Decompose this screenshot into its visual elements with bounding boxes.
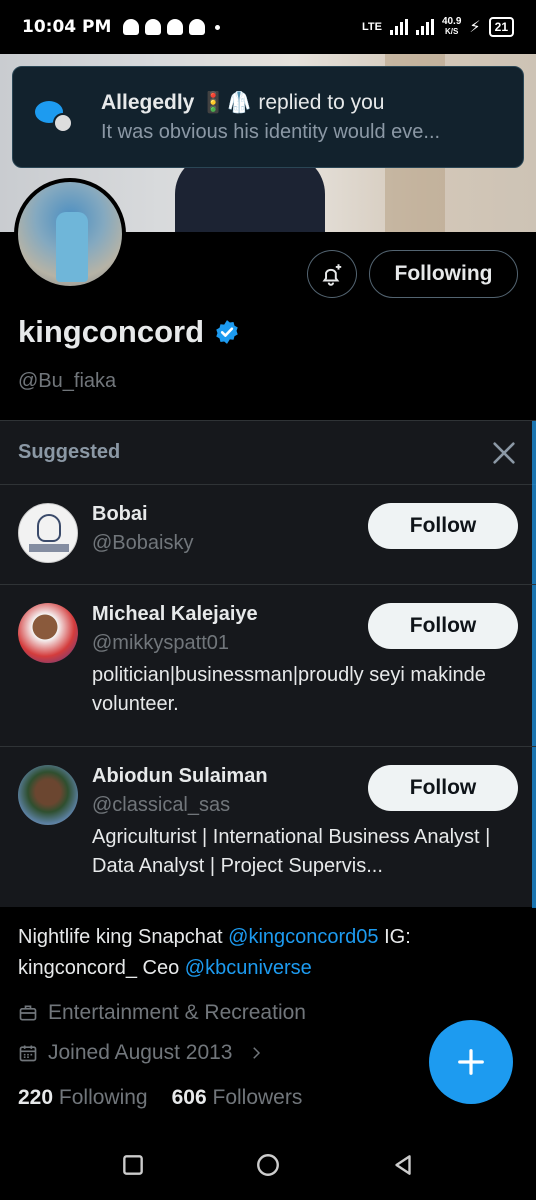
profile-bio: Nightlife king Snapchat @kingconcord05 I… bbox=[18, 922, 518, 984]
avatar-sketch bbox=[37, 514, 61, 542]
suggested-panel: Suggested Bobai @Bobaisky Follow Micheal… bbox=[0, 420, 536, 908]
suggested-user-avatar[interactable] bbox=[18, 603, 78, 663]
profile-display-name: kingconcord bbox=[18, 314, 240, 350]
calendar-icon bbox=[19, 1045, 37, 1062]
suggested-user-bio: Agriculturist | International Business A… bbox=[92, 826, 491, 877]
suggested-user-item[interactable]: Micheal Kalejaiye @mikkyspatt01 politici… bbox=[0, 585, 536, 747]
reply-icon bbox=[33, 95, 77, 139]
plus-icon bbox=[458, 1049, 484, 1075]
suggested-user-bio: politician|businessman|proudly seyi maki… bbox=[92, 664, 486, 715]
suggested-user-item[interactable]: Bobai @Bobaisky Follow bbox=[0, 485, 536, 585]
suggested-user-avatar[interactable] bbox=[18, 765, 78, 825]
bell-plus-icon bbox=[322, 264, 342, 286]
status-time: 10:04 PM bbox=[22, 17, 112, 37]
network-speed: 40.9 K/S bbox=[441, 16, 462, 37]
profile-avatar[interactable] bbox=[14, 178, 126, 290]
avatar-figure bbox=[56, 212, 88, 282]
verified-badge-icon bbox=[216, 320, 238, 344]
snapchat-icon bbox=[167, 19, 184, 35]
suggested-title: Suggested bbox=[18, 441, 121, 463]
notification-avatar bbox=[53, 113, 73, 133]
followers-count-label: Followers bbox=[212, 1086, 303, 1109]
bio-link[interactable]: @kbcuniverse bbox=[185, 957, 312, 979]
status-indicators: LTE 40.9 K/S ⚡ 21 bbox=[362, 17, 514, 37]
suggested-user-item[interactable]: Abiodun Sulaiman @classical_sas Agricult… bbox=[0, 747, 536, 907]
back-icon[interactable] bbox=[390, 1152, 416, 1178]
network-type: LTE bbox=[361, 21, 382, 33]
bio-link[interactable]: @kingconcord05 bbox=[228, 926, 378, 948]
suggested-user-avatar[interactable] bbox=[18, 503, 78, 563]
close-icon[interactable] bbox=[490, 439, 518, 467]
snapchat-icon bbox=[123, 19, 140, 35]
following-count[interactable]: 220 Following bbox=[18, 1086, 148, 1110]
following-count-number: 220 bbox=[18, 1086, 54, 1109]
category-text: Entertainment & Recreation bbox=[48, 1001, 306, 1024]
follow-button[interactable]: Follow bbox=[368, 503, 518, 549]
toast-user: Allegedly bbox=[101, 90, 195, 114]
notification-icons bbox=[123, 19, 221, 35]
toast-text: Allegedly 🚦🥼 replied to you It was obvio… bbox=[101, 91, 501, 144]
status-bar: 10:04 PM LTE 40.9 K/S ⚡ 21 bbox=[0, 0, 536, 54]
system-navigation-bar bbox=[0, 1130, 536, 1200]
battery-indicator: 21 bbox=[488, 17, 514, 37]
charging-icon: ⚡ bbox=[469, 19, 481, 36]
toast-title: Allegedly 🚦🥼 replied to you bbox=[101, 91, 501, 115]
followers-count-number: 606 bbox=[171, 1086, 207, 1109]
more-notifications-dot bbox=[215, 24, 221, 30]
following-count-label: Following bbox=[58, 1086, 148, 1109]
joined-text: Joined August 2013 bbox=[48, 1041, 233, 1064]
snapchat-icon bbox=[189, 19, 206, 35]
follow-button[interactable]: Follow bbox=[368, 765, 518, 811]
signal-icon bbox=[415, 19, 434, 35]
profile-handle: @Bu_fiaka bbox=[18, 370, 117, 392]
snapchat-icon bbox=[145, 19, 162, 35]
bio-text: Nightlife king Snapchat bbox=[18, 926, 229, 948]
reply-notification-toast[interactable]: Allegedly 🚦🥼 replied to you It was obvio… bbox=[12, 66, 524, 168]
following-button[interactable]: Following bbox=[369, 250, 518, 298]
follow-button[interactable]: Follow bbox=[368, 603, 518, 649]
toast-emoji: 🚦🥼 bbox=[200, 90, 253, 114]
signal-icon bbox=[389, 19, 408, 35]
suggested-header: Suggested bbox=[0, 421, 536, 485]
briefcase-icon bbox=[19, 1005, 37, 1021]
profile-category: Entertainment & Recreation bbox=[18, 1001, 306, 1025]
follow-counts: 220 Following 606 Followers bbox=[18, 1086, 302, 1110]
toast-action: replied to you bbox=[258, 90, 385, 114]
notifications-bell-button[interactable] bbox=[307, 250, 357, 298]
profile-joined[interactable]: Joined August 2013 bbox=[18, 1041, 265, 1065]
recents-icon[interactable] bbox=[120, 1152, 146, 1178]
followers-count[interactable]: 606 Followers bbox=[172, 1086, 303, 1110]
chevron-right-icon bbox=[252, 1047, 260, 1059]
display-name-text: kingconcord bbox=[18, 314, 205, 349]
toast-body: It was obvious his identity would eve... bbox=[101, 120, 441, 143]
avatar-sketch-label bbox=[29, 544, 69, 552]
home-icon[interactable] bbox=[255, 1152, 281, 1178]
compose-button[interactable] bbox=[429, 1020, 513, 1104]
